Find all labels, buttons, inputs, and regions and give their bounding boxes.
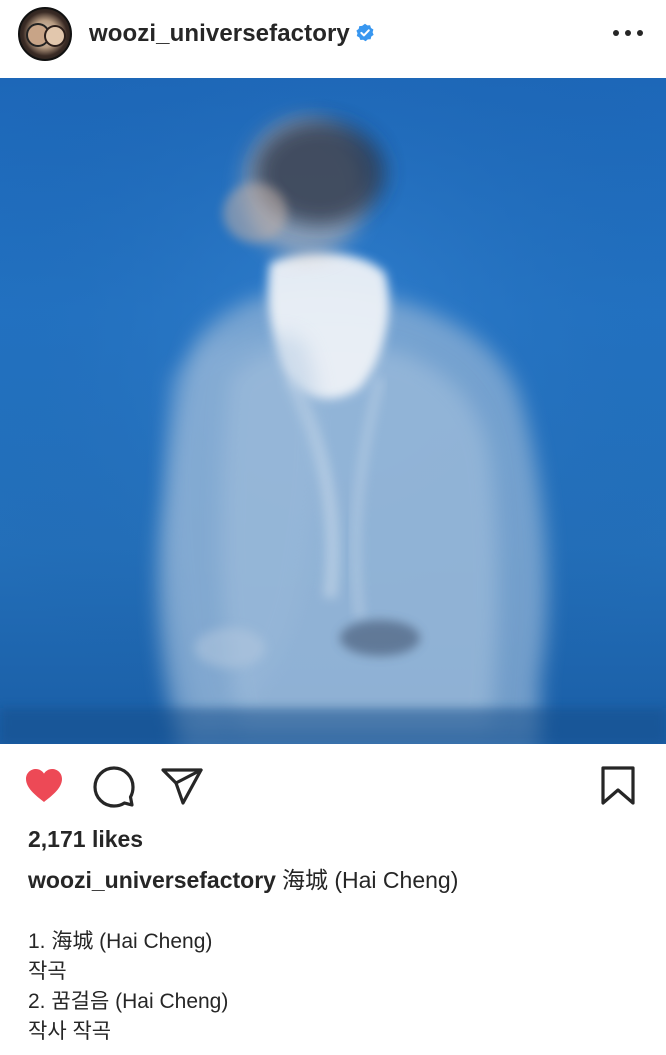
post-image[interactable] xyxy=(0,78,666,744)
blurred-figure-illustration xyxy=(0,78,666,744)
more-options-icon[interactable] xyxy=(610,25,646,41)
avatar[interactable] xyxy=(18,7,72,61)
share-icon[interactable] xyxy=(160,764,204,808)
caption-username[interactable]: woozi_universefactory xyxy=(28,867,276,893)
caption-line: 작사 작곡 xyxy=(28,1020,112,1043)
caption-line: 1. 海城 (Hai Cheng) xyxy=(28,930,213,953)
comment-icon[interactable] xyxy=(92,764,136,808)
likes-count[interactable]: 2,171 likes xyxy=(28,826,143,853)
post-header: woozi_universefactory xyxy=(0,0,666,78)
verified-badge-icon xyxy=(356,23,374,42)
caption-line: 작곡 xyxy=(28,960,67,983)
heart-filled-icon[interactable] xyxy=(22,764,66,808)
post-actions-bar xyxy=(0,744,666,828)
avatar-face-right xyxy=(46,27,64,45)
caption-line: 2. 꿈걸음 (Hai Cheng) xyxy=(28,990,229,1013)
post-caption: woozi_universefactory 海城 (Hai Cheng) xyxy=(28,866,458,894)
post-username[interactable]: woozi_universefactory xyxy=(89,20,350,48)
caption-text: 海城 (Hai Cheng) xyxy=(281,867,459,893)
bookmark-icon[interactable] xyxy=(598,764,642,808)
avatar-face-left xyxy=(28,25,48,45)
caption-lines: 1. 海城 (Hai Cheng) 작곡 2. 꿈걸음 (Hai Cheng) … xyxy=(28,928,228,1048)
